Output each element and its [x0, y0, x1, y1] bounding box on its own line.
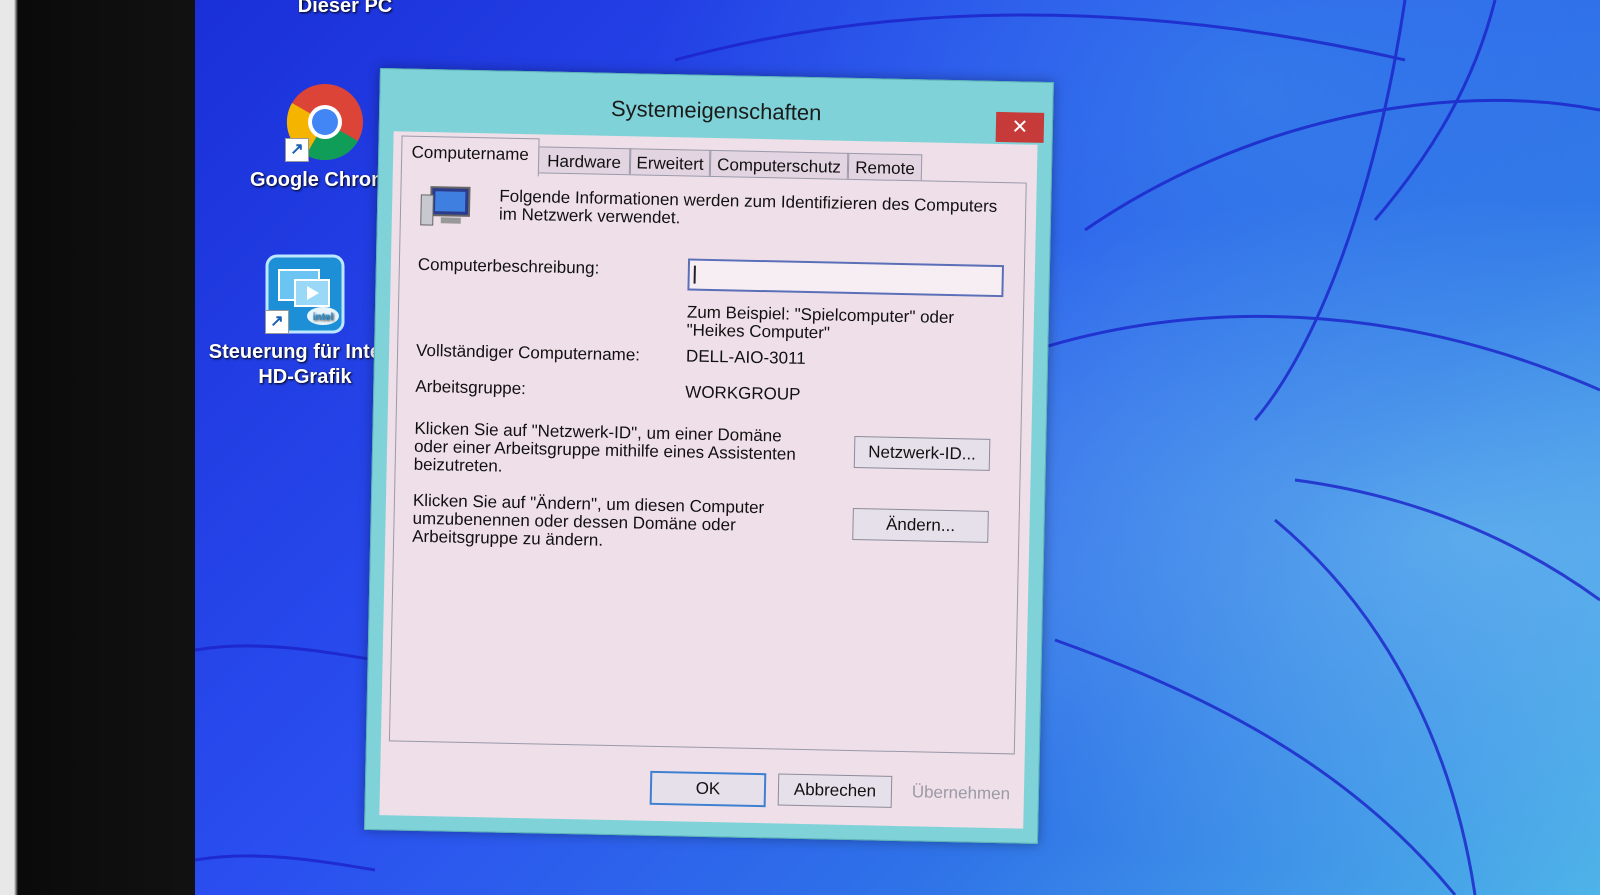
- computer-icon: [419, 185, 474, 230]
- dialog-titlebar[interactable]: Systemeigenschaften ✕: [380, 69, 1053, 143]
- example-text-line2: "Heikes Computer": [686, 320, 831, 343]
- tab-strip: Computername Hardware Erweitert Computer…: [400, 135, 923, 184]
- network-id-button[interactable]: Netzwerk-ID...: [853, 436, 991, 471]
- text-caret: [693, 265, 696, 284]
- close-icon: ✕: [1011, 116, 1029, 139]
- full-name-value: DELL-AIO-3011: [685, 346, 806, 368]
- network-text-line3: beizutreten.: [413, 454, 503, 476]
- system-properties-dialog: Systemeigenschaften ✕ Computername Hardw…: [364, 68, 1054, 844]
- change-text-line3: Arbeitsgruppe zu ändern.: [412, 526, 604, 550]
- workgroup-label: Arbeitsgruppe:: [415, 376, 527, 399]
- this-pc-label: Dieser PC: [297, 0, 393, 17]
- chrome-icon: ↗: [285, 82, 365, 162]
- full-name-label: Vollständiger Computername:: [415, 340, 641, 365]
- apply-button[interactable]: Übernehmen: [904, 776, 1019, 810]
- svg-text:intel: intel: [313, 312, 334, 323]
- close-button[interactable]: ✕: [995, 111, 1045, 143]
- dialog-client-area: Computername Hardware Erweitert Computer…: [379, 131, 1038, 829]
- cancel-button[interactable]: Abbrechen: [777, 773, 893, 808]
- computer-description-input[interactable]: [687, 258, 1005, 298]
- intro-text-line2: im Netzwerk verwendet.: [498, 204, 681, 228]
- workgroup-value: WORKGROUP: [685, 382, 801, 404]
- this-pc-icon-label[interactable]: Dieser PC: [265, 0, 425, 19]
- description-label: Computerbeschreibung:: [417, 254, 600, 278]
- tab-computername[interactable]: Computername: [400, 135, 540, 177]
- computername-panel: Folgende Informationen werden zum Identi…: [388, 169, 1027, 755]
- shortcut-arrow-icon: ↗: [285, 138, 309, 162]
- intel-graphics-icon: intel ↗: [265, 254, 345, 334]
- change-button[interactable]: Ändern...: [852, 507, 989, 543]
- shortcut-arrow-icon: ↗: [265, 310, 289, 334]
- ok-button[interactable]: OK: [649, 770, 767, 808]
- dialog-title: Systemeigenschaften: [610, 95, 822, 126]
- monitor-bezel: [0, 0, 205, 895]
